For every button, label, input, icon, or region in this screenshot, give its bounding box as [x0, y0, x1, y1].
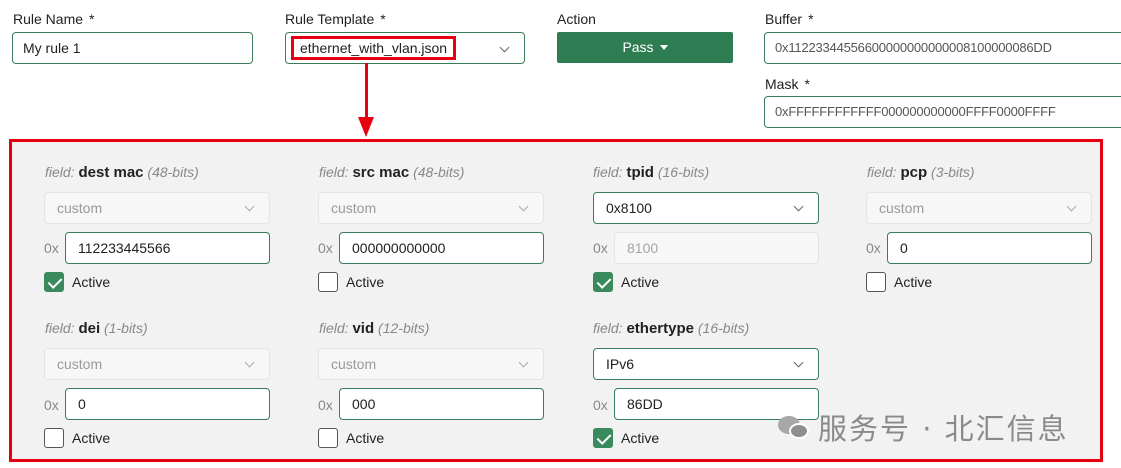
dest-mac-select[interactable]: custom — [44, 192, 270, 224]
pcp-field-label: field: pcp (3-bits) — [867, 164, 975, 181]
active-label: Active — [894, 274, 933, 290]
tpid-active-checkbox[interactable] — [593, 272, 613, 292]
active-label: Active — [72, 274, 111, 290]
mask-input[interactable]: 0xFFFFFFFFFFFF000000000000FFFF0000FFFF — [764, 96, 1121, 128]
hex-prefix: 0x — [593, 397, 608, 413]
chevron-down-icon — [518, 357, 529, 368]
dei-select[interactable]: custom — [44, 348, 270, 380]
active-label: Active — [346, 430, 385, 446]
buffer-label: Buffer * — [765, 11, 814, 27]
rule-name-input[interactable]: My rule 1 — [12, 32, 253, 64]
chevron-down-icon — [793, 201, 804, 212]
dei-value-input[interactable]: 0 — [65, 388, 270, 420]
watermark: 服务号 · 北汇信息 — [778, 406, 1069, 448]
active-label: Active — [72, 430, 111, 446]
mask-label: Mask * — [765, 76, 810, 92]
chevron-down-icon — [244, 357, 255, 368]
src-mac-select[interactable]: custom — [318, 192, 544, 224]
chevron-down-icon — [1066, 201, 1077, 212]
dei-active-checkbox[interactable] — [44, 428, 64, 448]
vid-active-checkbox[interactable] — [318, 428, 338, 448]
src-mac-active-checkbox[interactable] — [318, 272, 338, 292]
tpid-field-label: field: tpid (16-bits) — [593, 164, 710, 181]
rule-template-value: ethernet_with_vlan.json — [291, 36, 457, 60]
hex-prefix: 0x — [318, 240, 333, 256]
action-dropdown-button[interactable]: Pass — [557, 32, 733, 63]
chevron-down-icon — [244, 201, 255, 212]
hex-prefix: 0x — [593, 240, 608, 256]
chevron-down-icon — [499, 42, 510, 53]
tpid-select[interactable]: 0x8100 — [593, 192, 819, 224]
hex-prefix: 0x — [44, 240, 59, 256]
caret-down-icon — [659, 44, 668, 50]
rule-template-select[interactable]: ethernet_with_vlan.json — [285, 32, 525, 64]
chevron-down-icon — [793, 357, 804, 368]
ethertype-field-label: field: ethertype (16-bits) — [593, 320, 750, 337]
rule-template-label: Rule Template * — [285, 11, 386, 27]
buffer-input[interactable]: 0x11223344556600000000000008100000086DD — [764, 32, 1121, 64]
ethertype-select[interactable]: IPv6 — [593, 348, 819, 380]
vid-value-input[interactable]: 000 — [339, 388, 544, 420]
pcp-active-checkbox[interactable] — [866, 272, 886, 292]
pcp-select[interactable]: custom — [866, 192, 1092, 224]
dest-mac-active-checkbox[interactable] — [44, 272, 64, 292]
vid-select[interactable]: custom — [318, 348, 544, 380]
dest-mac-value-input[interactable]: 112233445566 — [65, 232, 270, 264]
wechat-icon — [778, 414, 812, 442]
hex-prefix: 0x — [44, 397, 59, 413]
pcp-value-input[interactable]: 0 — [887, 232, 1092, 264]
annotation-arrow-line — [365, 63, 368, 120]
src-mac-value-input[interactable]: 000000000000 — [339, 232, 544, 264]
vid-field-label: field: vid (12-bits) — [319, 320, 430, 337]
action-label: Action — [557, 11, 596, 27]
active-label: Active — [621, 274, 660, 290]
chevron-down-icon — [518, 201, 529, 212]
annotation-arrow-head — [358, 117, 374, 137]
dei-field-label: field: dei (1-bits) — [45, 320, 148, 337]
ethertype-active-checkbox[interactable] — [593, 428, 613, 448]
tpid-value-input[interactable]: 8100 — [614, 232, 819, 264]
active-label: Active — [621, 430, 660, 446]
rule-name-label: Rule Name * — [13, 11, 95, 27]
dest-mac-field-label: field: dest mac (48-bits) — [45, 164, 199, 181]
src-mac-field-label: field: src mac (48-bits) — [319, 164, 465, 181]
hex-prefix: 0x — [318, 397, 333, 413]
hex-prefix: 0x — [866, 240, 881, 256]
active-label: Active — [346, 274, 385, 290]
